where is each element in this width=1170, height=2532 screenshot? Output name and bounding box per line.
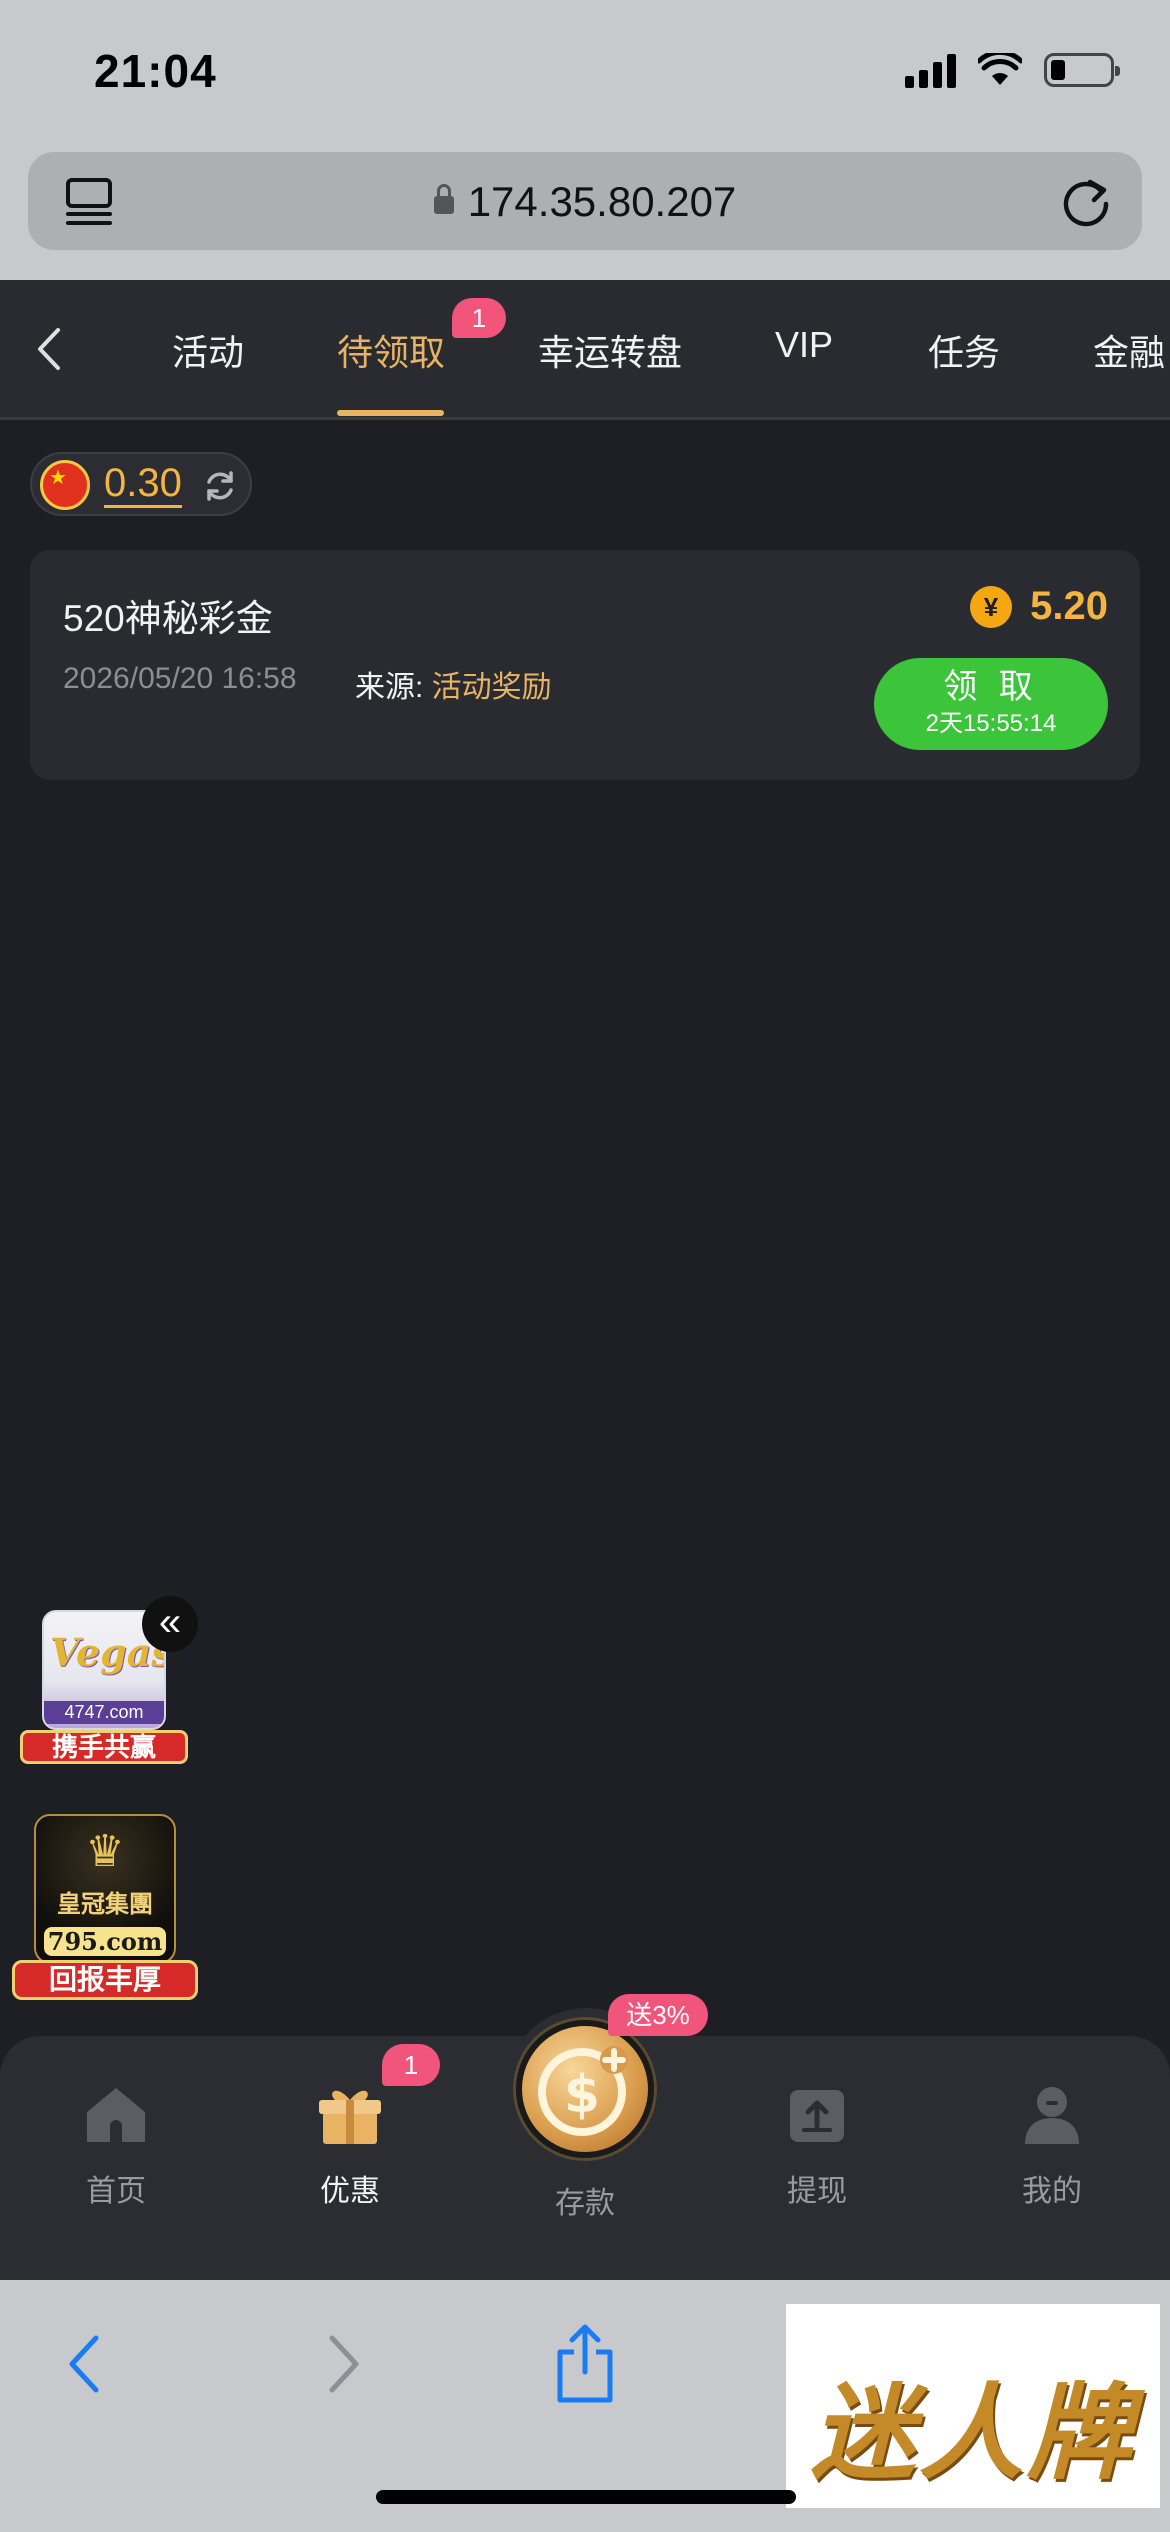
crown-name: 皇冠集團 (57, 1891, 153, 1918)
tab-deposit-label[interactable]: 存款 (505, 2178, 665, 2222)
battery-icon (1044, 53, 1120, 87)
claim-countdown: 2天15:55:14 (925, 710, 1057, 737)
url-display[interactable]: 174.35.80.207 (28, 178, 1142, 226)
browser-forward-icon[interactable] (316, 2332, 366, 2396)
wifi-icon (978, 53, 1022, 85)
claim-button[interactable]: 领 取 2天15:55:14 (874, 658, 1108, 750)
tab-pending-claim[interactable]: 待领取 (337, 324, 445, 376)
tab-home[interactable]: 首页 (36, 2082, 196, 2210)
crown-logo-box: ♛ 皇冠集團 795.com (34, 1814, 176, 1964)
reward-source-value: 活动奖励 (431, 671, 552, 704)
pending-count-badge: 1 (452, 298, 506, 338)
china-flag-icon (40, 460, 90, 510)
promo-category-nav: 活动 待领取 1 幸运转盘 VIP 任务 金融 (0, 280, 1170, 420)
refresh-balance-icon[interactable] (202, 468, 238, 504)
browser-back-icon[interactable] (62, 2332, 112, 2396)
status-icons (905, 52, 1120, 88)
cellular-signal-icon (905, 52, 956, 88)
crown-banner: 回报丰厚 (12, 1960, 198, 2000)
tab-profile-label: 我的 (1022, 2175, 1082, 2208)
dollar-coin-icon: $ (538, 2046, 628, 2136)
tab-activities[interactable]: 活动 (172, 324, 244, 376)
tab-lucky-wheel[interactable]: 幸运转盘 (538, 324, 682, 376)
crown-domain: 795.com (44, 1927, 166, 1956)
reload-icon[interactable] (1058, 174, 1114, 230)
watermark-overlay: 迷人牌 (786, 2304, 1160, 2508)
status-time: 21:04 (94, 45, 217, 97)
collapse-ads-icon[interactable]: « (142, 1596, 198, 1652)
wallet-balance: 0.30 (30, 452, 252, 516)
svg-text:$: $ (564, 2065, 600, 2125)
tab-finance[interactable]: 金融 (1093, 324, 1165, 376)
withdraw-icon (790, 2090, 844, 2142)
reward-source-label: 来源: (355, 671, 432, 704)
browser-url-area: 174.35.80.207 (0, 140, 1170, 280)
reward-title: 520神秘彩金 (63, 598, 273, 639)
crown-icon: ♛ (85, 1827, 125, 1876)
crown-floating-ad[interactable]: ♛ 皇冠集團 795.com 回报丰厚 (12, 1814, 198, 2000)
promotions-count-badge: 1 (382, 2044, 440, 2086)
watermark-text: 迷人牌 (810, 2376, 1135, 2492)
tab-withdraw[interactable]: 提现 (737, 2082, 897, 2210)
lock-icon (433, 184, 454, 214)
vegas-domain: 4747.com (44, 1701, 164, 1724)
url-bar[interactable]: 174.35.80.207 (28, 152, 1142, 250)
reward-source: 来源: 活动奖励 (355, 662, 552, 706)
balance-amount: 0.30 (104, 463, 182, 508)
gift-icon (319, 2090, 381, 2144)
reward-datetime: 2026/05/20 16:58 (63, 662, 297, 695)
reward-card: 520神秘彩金 2026/05/20 16:58 来源: 活动奖励 ¥ 5.20… (30, 550, 1140, 780)
deposit-promo-badge: 送3% (608, 1994, 708, 2036)
deposit-coin-icon[interactable]: $ (516, 2020, 654, 2158)
tab-tasks[interactable]: 任务 (928, 324, 1000, 376)
status-bar: 21:04 (0, 0, 1170, 140)
reward-amount: 5.20 (1030, 584, 1108, 628)
active-tab-indicator (337, 410, 444, 416)
yuan-coin-icon: ¥ (970, 586, 1012, 628)
url-text: 174.35.80.207 (467, 178, 737, 225)
tab-profile[interactable]: 我的 (972, 2082, 1132, 2210)
profile-icon (1025, 2087, 1079, 2144)
claim-button-label: 领 取 (943, 668, 1039, 706)
share-icon[interactable] (550, 2322, 620, 2404)
tab-promotions-label: 优惠 (320, 2175, 380, 2208)
vegas-banner: 携手共赢 (20, 1730, 188, 1764)
home-icon (87, 2088, 145, 2142)
tab-vip[interactable]: VIP (775, 324, 833, 366)
tab-withdraw-label: 提现 (787, 2175, 847, 2208)
home-indicator[interactable] (376, 2490, 796, 2504)
back-arrow-icon[interactable] (30, 324, 70, 374)
tab-home-label: 首页 (86, 2175, 146, 2208)
tab-promotions[interactable]: 优惠 (270, 2082, 430, 2210)
